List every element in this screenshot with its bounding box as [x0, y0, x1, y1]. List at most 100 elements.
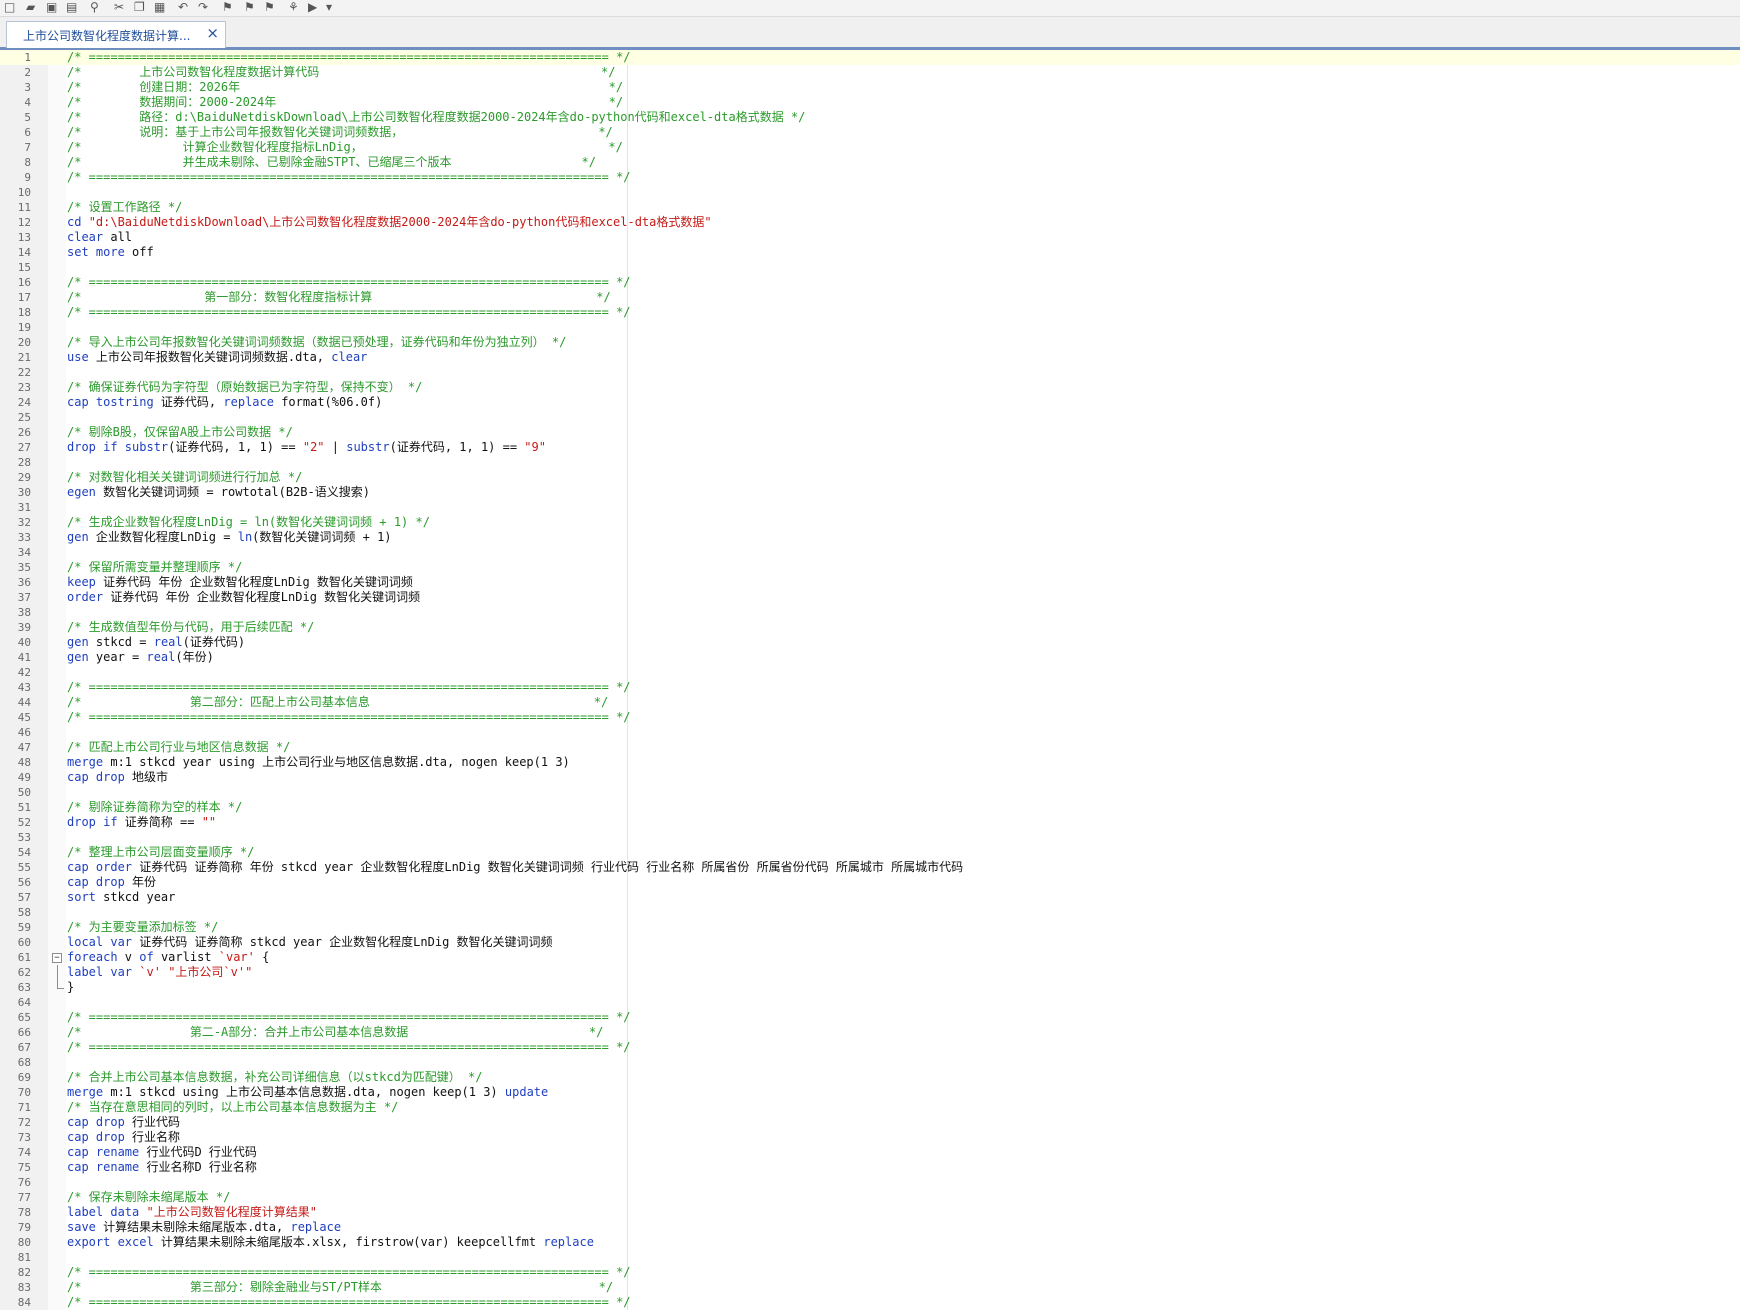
code-line[interactable]: 19	[0, 320, 1740, 335]
code-line[interactable]: 42	[0, 665, 1740, 680]
code-line[interactable]: 13 clear all	[0, 230, 1740, 245]
code-line[interactable]: 54 /* 整理上市公司层面变量顺序 */	[0, 845, 1740, 860]
code-line[interactable]: 71 /* 当存在意思相同的列时，以上市公司基本信息数据为主 */	[0, 1100, 1740, 1115]
bookmark-prev-icon[interactable]: ⚑	[244, 0, 255, 14]
code-line[interactable]: 59 /* 为主要变量添加标签 */	[0, 920, 1740, 935]
code-line[interactable]: 46	[0, 725, 1740, 740]
code-line[interactable]: 34	[0, 545, 1740, 560]
code-line[interactable]: 6 /* 说明：基于上市公司年报数智化关键词词频数据， */	[0, 125, 1740, 140]
code-line[interactable]: 23 /* 确保证券代码为字符型（原始数据已为字符型，保持不变） */	[0, 380, 1740, 395]
code-line[interactable]: 70 merge m:1 stkcd using 上市公司基本信息数据.dta, …	[0, 1085, 1740, 1100]
code-line[interactable]: 51 /* 剔除证券简称为空的样本 */	[0, 800, 1740, 815]
code-line[interactable]: 53	[0, 830, 1740, 845]
code-line[interactable]: 47 /* 匹配上市公司行业与地区信息数据 */	[0, 740, 1740, 755]
code-line[interactable]: 57 sort stkcd year	[0, 890, 1740, 905]
code-line[interactable]: 56 cap drop 年份	[0, 875, 1740, 890]
run-icon[interactable]: ⚘	[288, 0, 299, 14]
code-line[interactable]: 31	[0, 500, 1740, 515]
code-line[interactable]: 83 /* 第三部分：剔除金融业与ST/PT样本 */	[0, 1280, 1740, 1295]
code-line[interactable]: 79 save 计算结果未剔除未缩尾版本.dta, replace	[0, 1220, 1740, 1235]
code-line[interactable]: 25	[0, 410, 1740, 425]
code-line[interactable]: 16 /* ===================================…	[0, 275, 1740, 290]
find-icon[interactable]: ⚲	[90, 0, 99, 14]
code-line[interactable]: 63}	[0, 980, 1740, 995]
bookmark-toggle-icon[interactable]: ⚑	[222, 0, 233, 14]
code-line[interactable]: 84 /* ===================================…	[0, 1295, 1740, 1310]
code-line[interactable]: 62 label var `v' "上市公司`v'"	[0, 965, 1740, 980]
fold-toggle-icon[interactable]: −	[52, 953, 62, 963]
code-line[interactable]: 36 keep 证券代码 年份 企业数智化程度LnDig 数智化关键词词频	[0, 575, 1740, 590]
code-line[interactable]: 52 drop if 证券简称 == ""	[0, 815, 1740, 830]
code-line[interactable]: 3 /* 创建日期：2026年 */	[0, 80, 1740, 95]
code-editor[interactable]: 1 /* ====================================…	[0, 50, 1740, 1310]
code-line[interactable]: 39 /* 生成数值型年份与代码，用于后续匹配 */	[0, 620, 1740, 635]
code-line[interactable]: 1 /* ====================================…	[0, 50, 1740, 65]
code-line[interactable]: 40 gen stkcd = real(证券代码)	[0, 635, 1740, 650]
dropdown-icon[interactable]: ▾	[326, 0, 332, 14]
code-line[interactable]: 75 cap rename 行业名称D 行业名称	[0, 1160, 1740, 1175]
code-line[interactable]: 81	[0, 1250, 1740, 1265]
code-line[interactable]: 43 /* ===================================…	[0, 680, 1740, 695]
code-line[interactable]: 30 egen 数智化关键词词频 = rowtotal(B2B-语义搜索)	[0, 485, 1740, 500]
code-line[interactable]: 72 cap drop 行业代码	[0, 1115, 1740, 1130]
code-line[interactable]: 29 /* 对数智化相关关键词词频进行行加总 */	[0, 470, 1740, 485]
code-line[interactable]: 61 − foreach v of varlist `var' {	[0, 950, 1740, 965]
code-line[interactable]: 77 /* 保存未剔除未缩尾版本 */	[0, 1190, 1740, 1205]
bookmark-next-icon[interactable]: ⚑	[264, 0, 275, 14]
code-line[interactable]: 68	[0, 1055, 1740, 1070]
code-line[interactable]: 69 /* 合并上市公司基本信息数据，补充公司详细信息（以stkcd为匹配键） *…	[0, 1070, 1740, 1085]
cut-icon[interactable]: ✂	[114, 0, 124, 14]
code-line[interactable]: 67 /* ===================================…	[0, 1040, 1740, 1055]
code-line[interactable]: 17 /* 第一部分：数智化程度指标计算 */	[0, 290, 1740, 305]
code-line[interactable]: 15	[0, 260, 1740, 275]
code-line[interactable]: 55 cap order 证券代码 证券简称 年份 stkcd year 企业数智…	[0, 860, 1740, 875]
do-icon[interactable]: ▶	[308, 0, 317, 14]
code-line[interactable]: 33 gen 企业数智化程度LnDig = ln(数智化关键词词频 + 1)	[0, 530, 1740, 545]
code-line[interactable]: 45 /* ===================================…	[0, 710, 1740, 725]
code-line[interactable]: 37 order 证券代码 年份 企业数智化程度LnDig 数智化关键词词频	[0, 590, 1740, 605]
open-folder-icon[interactable]: ▰	[26, 0, 35, 14]
code-line[interactable]: 82 /* ===================================…	[0, 1265, 1740, 1280]
code-line[interactable]: 21 use 上市公司年报数智化关键词词频数据.dta, clear	[0, 350, 1740, 365]
code-line[interactable]: 78 label data "上市公司数智化程度计算结果"	[0, 1205, 1740, 1220]
print-icon[interactable]: ▤	[66, 0, 77, 14]
code-line[interactable]: 7 /* 计算企业数智化程度指标LnDig， */	[0, 140, 1740, 155]
code-line[interactable]: 65 /* ===================================…	[0, 1010, 1740, 1025]
undo-icon[interactable]: ↶	[178, 0, 188, 14]
code-line[interactable]: 9 /* ====================================…	[0, 170, 1740, 185]
code-line[interactable]: 49 cap drop 地级市	[0, 770, 1740, 785]
close-icon[interactable]: ×	[206, 25, 219, 41]
save-icon[interactable]: ▣	[46, 0, 57, 14]
code-line[interactable]: 24 cap tostring 证券代码, replace format(%06.…	[0, 395, 1740, 410]
copy-icon[interactable]: ❐	[134, 0, 145, 14]
code-line[interactable]: 5 /* 路径：d:\BaiduNetdiskDownload\上市公司数智化程度…	[0, 110, 1740, 125]
code-line[interactable]: 26 /* 剔除B股，仅保留A股上市公司数据 */	[0, 425, 1740, 440]
tab-do-file[interactable]: 上市公司数智化程度数据计算... ×	[6, 21, 226, 48]
code-line[interactable]: 74 cap rename 行业代码D 行业代码	[0, 1145, 1740, 1160]
code-line[interactable]: 20 /* 导入上市公司年报数智化关键词词频数据（数据已预处理，证券代码和年份为独…	[0, 335, 1740, 350]
code-line[interactable]: 10	[0, 185, 1740, 200]
code-line[interactable]: 73 cap drop 行业名称	[0, 1130, 1740, 1145]
new-file-icon[interactable]: □	[4, 0, 15, 14]
code-line[interactable]: 76	[0, 1175, 1740, 1190]
code-line[interactable]: 50	[0, 785, 1740, 800]
code-line[interactable]: 38	[0, 605, 1740, 620]
code-line[interactable]: 14 set more off	[0, 245, 1740, 260]
code-line[interactable]: 44 /* 第二部分：匹配上市公司基本信息 */	[0, 695, 1740, 710]
code-line[interactable]: 18 /* ===================================…	[0, 305, 1740, 320]
code-line[interactable]: 22	[0, 365, 1740, 380]
paste-icon[interactable]: ▦	[154, 0, 165, 14]
code-line[interactable]: 58	[0, 905, 1740, 920]
code-line[interactable]: 35 /* 保留所需变量并整理顺序 */	[0, 560, 1740, 575]
code-line[interactable]: 60 local var 证券代码 证券简称 stkcd year 企业数智化程度…	[0, 935, 1740, 950]
code-line[interactable]: 66 /* 第二-A部分：合并上市公司基本信息数据 */	[0, 1025, 1740, 1040]
code-line[interactable]: 80 export excel 计算结果未剔除未缩尾版本.xlsx, firstr…	[0, 1235, 1740, 1250]
code-line[interactable]: 48 merge m:1 stkcd year using 上市公司行业与地区信息…	[0, 755, 1740, 770]
code-line[interactable]: 64	[0, 995, 1740, 1010]
code-line[interactable]: 2 /* 上市公司数智化程度数据计算代码 */	[0, 65, 1740, 80]
code-line[interactable]: 12 cd "d:\BaiduNetdiskDownload\上市公司数智化程度数…	[0, 215, 1740, 230]
code-line[interactable]: 28	[0, 455, 1740, 470]
code-line[interactable]: 8 /* 并生成未剔除、已剔除金融STPT、已缩尾三个版本 */	[0, 155, 1740, 170]
code-line[interactable]: 27 drop if substr(证券代码, 1, 1) == "2" | su…	[0, 440, 1740, 455]
code-line[interactable]: 11 /* 设置工作路径 */	[0, 200, 1740, 215]
